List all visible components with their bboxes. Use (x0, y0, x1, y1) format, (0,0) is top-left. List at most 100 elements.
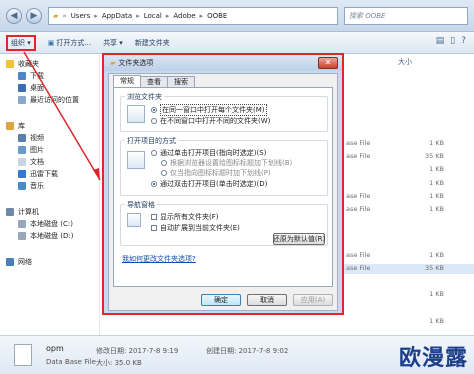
radio-single-click[interactable]: 通过单击打开项目(指向时选定)(S) (151, 148, 266, 158)
open-items-group: 打开项目的方式 通过单击打开项目(指向时选定)(S) 根据浏览器设置给图标标题加… (120, 136, 328, 196)
table-row[interactable]: ase File 1 KB (342, 205, 474, 215)
tab-strip: 常规 查看 搜索 (113, 75, 195, 87)
details-file-name: opm (46, 344, 64, 353)
dialog-titlebar[interactable]: ▰ 文件夹选项 (104, 55, 342, 71)
tab-view[interactable]: 查看 (140, 76, 168, 87)
table-row[interactable]: ase File 1 KB (342, 139, 474, 149)
new-folder-button[interactable]: 新建文件夹 (135, 38, 170, 48)
table-row-selected[interactable]: ase File 35 KB (342, 264, 474, 274)
cancel-button[interactable]: 取消 (247, 294, 287, 306)
checkbox-show-all-folders[interactable]: 显示所有文件夹(F) (151, 212, 219, 222)
open-icon: ▣ (47, 38, 55, 47)
nav-disk-c[interactable]: 本地磁盘 (C:) (18, 219, 73, 229)
radio-different-window[interactable]: 在不同窗口中打开不同的文件夹(W) (151, 116, 270, 126)
drive-icon (18, 232, 26, 240)
search-input[interactable]: 搜索 OOBE (344, 7, 468, 25)
nav-favorites[interactable]: 收藏夹 (6, 59, 39, 69)
ok-button[interactable]: 确定 (201, 294, 241, 306)
video-icon (18, 134, 26, 142)
table-row[interactable]: ase File 35 KB (342, 152, 474, 162)
row-size: 1 KB (429, 165, 444, 173)
nav-desktop[interactable]: 桌面 (18, 83, 44, 93)
nav-libraries[interactable]: 库 (6, 121, 25, 131)
breadcrumb-local[interactable]: Local (144, 12, 162, 20)
radio-same-window[interactable]: 在同一窗口中打开每个文件夹(M) (151, 104, 267, 116)
help-icon[interactable]: ? (461, 36, 466, 46)
organize-menu-button[interactable]: 组织 ▾ (6, 34, 36, 51)
nav-label: 收藏夹 (18, 60, 39, 68)
nav-label: 音乐 (30, 182, 44, 190)
back-button[interactable]: ◀ (6, 8, 22, 24)
nav-downloads[interactable]: 下载 (18, 71, 44, 81)
row-size: 1 KB (429, 290, 444, 298)
nav-label: 桌面 (30, 84, 44, 92)
drive-icon (18, 220, 26, 228)
close-button[interactable]: ✕ (318, 57, 338, 69)
table-row[interactable]: 1 KB (342, 290, 474, 300)
table-row[interactable]: 1 KB (342, 165, 474, 175)
row-size: 1 KB (429, 317, 444, 325)
nav-pictures[interactable]: 图片 (18, 145, 44, 155)
nav-music[interactable]: 音乐 (18, 181, 44, 191)
option-label: 在同一窗口中打开每个文件夹(M) (160, 104, 267, 116)
share-menu-button[interactable]: 共享 ▾ (103, 38, 123, 48)
document-icon (18, 158, 26, 166)
group-title: 导航窗格 (125, 200, 157, 210)
back-arrow-icon: ◀ (10, 11, 18, 21)
help-link[interactable]: 我如何更改文件夹选项? (122, 254, 196, 264)
nav-xunlei[interactable]: 迅雷下载 (18, 169, 58, 179)
row-type: ase File (346, 264, 371, 272)
radio-underline-hover[interactable]: 仅当指向图标标题时加下划线(P) (161, 168, 271, 178)
row-type: ase File (346, 205, 371, 213)
table-row[interactable]: 1 KB (342, 179, 474, 189)
forward-button[interactable]: ▶ (26, 8, 42, 24)
nav-documents[interactable]: 文档 (18, 157, 44, 167)
table-row[interactable]: ase File 1 KB (342, 192, 474, 202)
nav-label: 下载 (30, 72, 44, 80)
nav-label: 最近访问的位置 (30, 96, 79, 104)
row-type: ase File (346, 152, 371, 160)
nav-label: 本地磁盘 (D:) (30, 232, 74, 240)
row-type: ase File (346, 192, 371, 200)
radio-double-click[interactable]: 通过双击打开项目(单击时选定)(D) (151, 179, 267, 189)
preview-pane-icon[interactable]: ▯ (450, 36, 455, 46)
click-items-icon (127, 151, 145, 169)
view-options-icon[interactable]: ▤ (436, 36, 445, 46)
option-label: 在不同窗口中打开不同的文件夹(W) (160, 117, 271, 125)
nav-computer[interactable]: 计算机 (6, 207, 39, 217)
row-size: 35 KB (424, 152, 444, 160)
table-row[interactable]: 1 KB (342, 317, 474, 327)
row-size: 1 KB (429, 139, 444, 147)
tab-general[interactable]: 常规 (113, 75, 141, 87)
open-with-label: 打开方式... (56, 38, 92, 47)
address-bar[interactable]: ▰ » Users ▸ AppData ▸ Local ▸ Adobe ▸ OO… (48, 7, 338, 25)
recent-places-icon (18, 96, 26, 104)
apply-button[interactable]: 应用(A) (293, 294, 333, 306)
option-label: 显示所有文件夹(F) (160, 213, 219, 221)
radio-selected-icon (151, 181, 157, 187)
restore-defaults-button[interactable]: 还原为默认值(R) (273, 233, 325, 245)
breadcrumb-oobe[interactable]: OOBE (207, 12, 227, 20)
folder-icon: ▰ (110, 59, 116, 67)
option-label: 自动扩展到当前文件夹(E) (160, 224, 240, 232)
nav-videos[interactable]: 视频 (18, 133, 44, 143)
radio-icon (161, 160, 167, 166)
nav-disk-d[interactable]: 本地磁盘 (D:) (18, 231, 73, 241)
download-folder-icon (18, 72, 26, 80)
column-header-size[interactable]: 大小 (398, 57, 412, 67)
dialog-title: 文件夹选项 (118, 59, 154, 67)
open-with-button[interactable]: ▣ 打开方式... (48, 38, 91, 48)
breadcrumb-adobe[interactable]: Adobe (173, 12, 195, 20)
breadcrumb-appdata[interactable]: AppData (102, 12, 132, 20)
radio-underline-browser[interactable]: 根据浏览器设置给图标标题加下划线(B) (161, 158, 292, 168)
checkbox-auto-expand[interactable]: 自动扩展到当前文件夹(E) (151, 223, 240, 233)
nav-recent[interactable]: 最近访问的位置 (18, 95, 79, 105)
row-size: 35 KB (424, 264, 444, 272)
table-row[interactable]: ase File 1 KB (342, 251, 474, 261)
nav-network[interactable]: 网络 (6, 257, 32, 267)
radio-icon (151, 150, 157, 156)
breadcrumb-users[interactable]: Users (71, 12, 91, 20)
nav-label: 网络 (18, 258, 32, 266)
breadcrumb-separator-icon: ▸ (94, 12, 98, 20)
tab-search[interactable]: 搜索 (167, 76, 195, 87)
